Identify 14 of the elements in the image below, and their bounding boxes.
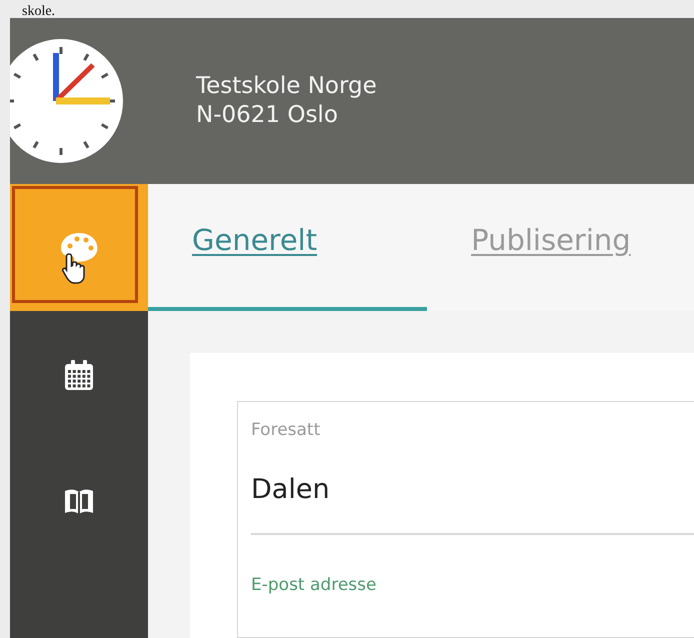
sidebar-item[interactable] (10, 184, 148, 311)
school-address: N-0621 Oslo (196, 101, 339, 130)
tab[interactable]: Generelt (148, 184, 428, 311)
caption-text: skole. (22, 3, 56, 18)
palette-icon (59, 230, 99, 264)
clock-logo-icon (10, 37, 124, 165)
tab[interactable]: Publisering (427, 184, 671, 311)
input-field[interactable]: Dalen (251, 470, 694, 535)
school-name: Testskole Norge (196, 72, 377, 101)
calendar-icon (63, 358, 95, 390)
field-label: Foresatt (251, 420, 322, 440)
field-label: E-post adresse (251, 575, 378, 595)
hand-pointer-icon (62, 252, 88, 284)
book-icon (63, 486, 95, 516)
